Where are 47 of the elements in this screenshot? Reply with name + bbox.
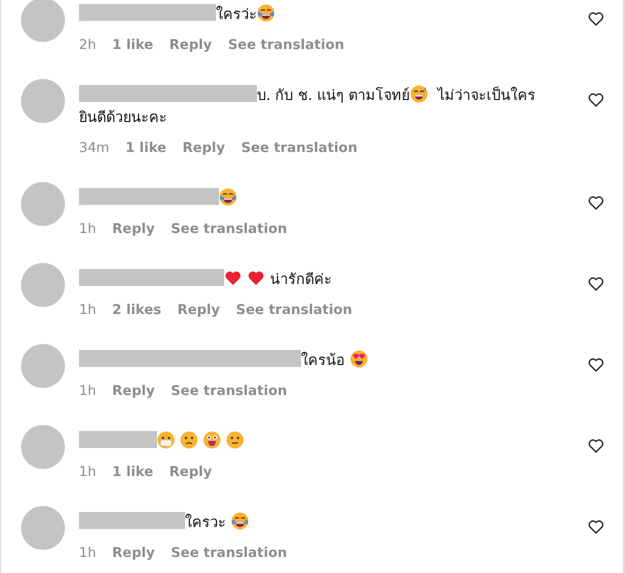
neutral-emoji-icon <box>226 431 244 449</box>
likes-link[interactable]: 1 like <box>112 35 154 55</box>
comment-text: ใครวะ <box>79 512 549 534</box>
comment-text: ใครว่ะ <box>79 4 549 26</box>
heart-emoji-icon <box>224 269 242 287</box>
heart-icon[interactable] <box>588 276 604 292</box>
action-link[interactable]: See translation <box>236 300 352 320</box>
heart-icon[interactable] <box>588 92 604 108</box>
comment-text: ใครน้อ <box>79 350 549 372</box>
action-link[interactable]: See translation <box>241 138 358 158</box>
action-link[interactable]: See translation <box>228 35 344 55</box>
laughing-emoji-icon <box>230 512 249 530</box>
laughing-emoji-icon <box>219 188 237 206</box>
timestamp: 2h <box>79 36 96 55</box>
action-link[interactable]: Reply <box>169 462 212 482</box>
action-link[interactable]: See translation <box>170 219 288 239</box>
heart-icon[interactable] <box>588 519 604 535</box>
timestamp: 1h <box>79 463 96 482</box>
sweat-smile-emoji-icon <box>410 85 428 103</box>
heart-icon[interactable] <box>588 357 604 373</box>
timestamp: 1h <box>79 220 96 239</box>
action-link[interactable]: Reply <box>112 219 155 239</box>
heart-icon[interactable] <box>588 11 604 27</box>
heart-icon[interactable] <box>588 438 604 454</box>
action-link[interactable]: Reply <box>177 300 220 320</box>
timestamp: 1h <box>79 301 96 320</box>
likes-link[interactable]: 1 like <box>125 138 166 158</box>
action-link[interactable]: See translation <box>170 381 288 401</box>
heart-icon[interactable] <box>588 195 604 211</box>
frown-emoji-icon <box>180 431 198 449</box>
likes-link[interactable]: 2 likes <box>112 300 162 320</box>
comment-text: น่ารักดีค่ะ <box>79 269 549 291</box>
action-link[interactable]: Reply <box>169 35 212 55</box>
action-link[interactable]: Reply <box>182 138 226 158</box>
timestamp: 34m <box>79 139 110 158</box>
action-link[interactable]: Reply <box>112 543 155 563</box>
action-link[interactable]: Reply <box>112 381 155 401</box>
likes-link[interactable]: 1 like <box>112 462 154 482</box>
laughing-emoji-icon <box>257 4 275 22</box>
grin-emoji-icon <box>203 431 221 449</box>
heart-emoji-icon <box>247 269 265 287</box>
timestamp: 1h <box>79 544 96 563</box>
action-link[interactable]: See translation <box>170 543 288 563</box>
comment-text: บ. กับ ช. แน่ๆ ตามโจทย์ ไม่ว่าจะเป็นใคร ยินดีด้วยนะคะ <box>79 85 549 129</box>
timestamp: 1h <box>79 382 96 401</box>
mask-emoji-icon <box>157 431 175 449</box>
heart-eyes-emoji-icon <box>350 350 368 368</box>
